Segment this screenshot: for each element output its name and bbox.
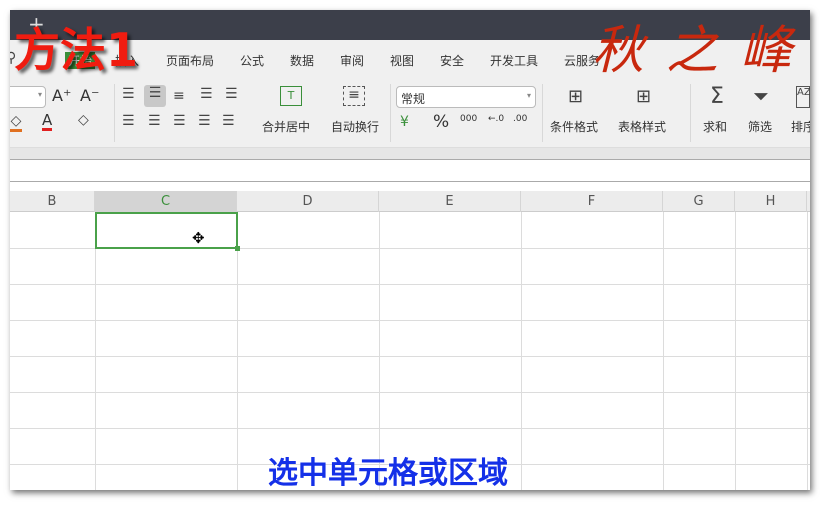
signature-logo: 秋之峰	[592, 21, 815, 81]
tab-formulas[interactable]: 公式	[240, 52, 264, 69]
font-shrink-button[interactable]: A⁻	[80, 86, 99, 105]
tab-data[interactable]: 数据	[290, 52, 314, 69]
sum-button[interactable]: 求和	[703, 118, 727, 135]
font-grow-button[interactable]: A⁺	[52, 86, 71, 105]
fill-color-icon[interactable]: ◇	[10, 113, 22, 132]
align-bottom-icon[interactable]: ≡	[173, 88, 185, 104]
overlay-title: 方法1	[14, 23, 139, 77]
eraser-icon[interactable]: ◇	[78, 112, 89, 128]
tab-security[interactable]: 安全	[440, 52, 464, 69]
number-format-value: 常规	[401, 92, 426, 106]
column-headers: B C D E F G H	[10, 191, 810, 212]
table-style-icon[interactable]: ⊞	[636, 86, 651, 107]
align-top-icon[interactable]: ☰	[122, 86, 135, 102]
thousands-button[interactable]: 000	[460, 114, 477, 124]
column-header-g[interactable]: G	[663, 191, 735, 212]
align-right-icon[interactable]: ☰	[173, 113, 186, 129]
column-header-d[interactable]: D	[237, 191, 379, 212]
wrap-text-button[interactable]: 自动换行	[331, 118, 379, 135]
increase-decimal-button[interactable]: ←.0	[488, 114, 504, 124]
indent-increase-icon[interactable]: ☰	[225, 86, 238, 102]
decrease-decimal-button[interactable]: .00	[513, 114, 527, 124]
formula-bar[interactable]	[10, 160, 810, 182]
cell-cursor-icon: ✥	[192, 229, 205, 247]
justify-icon[interactable]: ☰	[198, 113, 211, 129]
sort-icon[interactable]: AZ	[796, 86, 810, 108]
column-header-e[interactable]: E	[379, 191, 521, 212]
column-header-h[interactable]: H	[735, 191, 807, 212]
filter-icon[interactable]: ⏷	[753, 84, 769, 108]
currency-icon[interactable]: ¥	[400, 114, 409, 130]
distribute-icon[interactable]: ☰	[222, 113, 235, 129]
tab-review[interactable]: 审阅	[340, 52, 364, 69]
selected-cell[interactable]	[95, 212, 240, 251]
conditional-format-button[interactable]: 条件格式	[550, 118, 598, 135]
column-header-f[interactable]: F	[521, 191, 663, 212]
ribbon-toolbar: ▾ A⁺ A⁻ ◇ A ◇ ☰ ☰ ≡ ☰ ☰ ☰ ☰ ☰ ☰ ☰ T 合并居中…	[10, 78, 810, 148]
number-format-select[interactable]: 常规 ▾	[396, 86, 536, 108]
align-left-icon[interactable]: ☰	[122, 113, 135, 129]
overlay-caption: 选中单元格或区域	[268, 456, 508, 491]
fill-handle[interactable]	[235, 246, 240, 251]
align-middle-icon[interactable]: ☰	[144, 85, 166, 107]
percent-button[interactable]: %	[433, 112, 449, 132]
column-header-c[interactable]: C	[95, 191, 237, 212]
wrap-icon[interactable]: ≡	[343, 86, 365, 106]
tab-page-layout[interactable]: 页面布局	[166, 52, 214, 69]
indent-decrease-icon[interactable]: ☰	[200, 86, 213, 102]
conditional-format-icon[interactable]: ⊞	[568, 86, 583, 107]
font-size-select[interactable]: ▾	[10, 86, 46, 108]
sum-icon[interactable]: Σ	[710, 84, 724, 109]
align-center-icon[interactable]: ☰	[148, 113, 161, 129]
merge-center-button[interactable]: 合并居中	[262, 118, 310, 135]
font-color-button[interactable]: A	[42, 112, 53, 131]
table-style-button[interactable]: 表格样式	[618, 118, 666, 135]
merge-icon[interactable]: T	[280, 86, 302, 106]
tab-view[interactable]: 视图	[390, 52, 414, 69]
ribbon-divider	[10, 148, 810, 160]
tab-developer[interactable]: 开发工具	[490, 52, 538, 69]
filter-button[interactable]: 筛选	[748, 118, 772, 135]
sort-button[interactable]: 排序	[791, 118, 810, 135]
column-header-b[interactable]: B	[10, 191, 95, 212]
